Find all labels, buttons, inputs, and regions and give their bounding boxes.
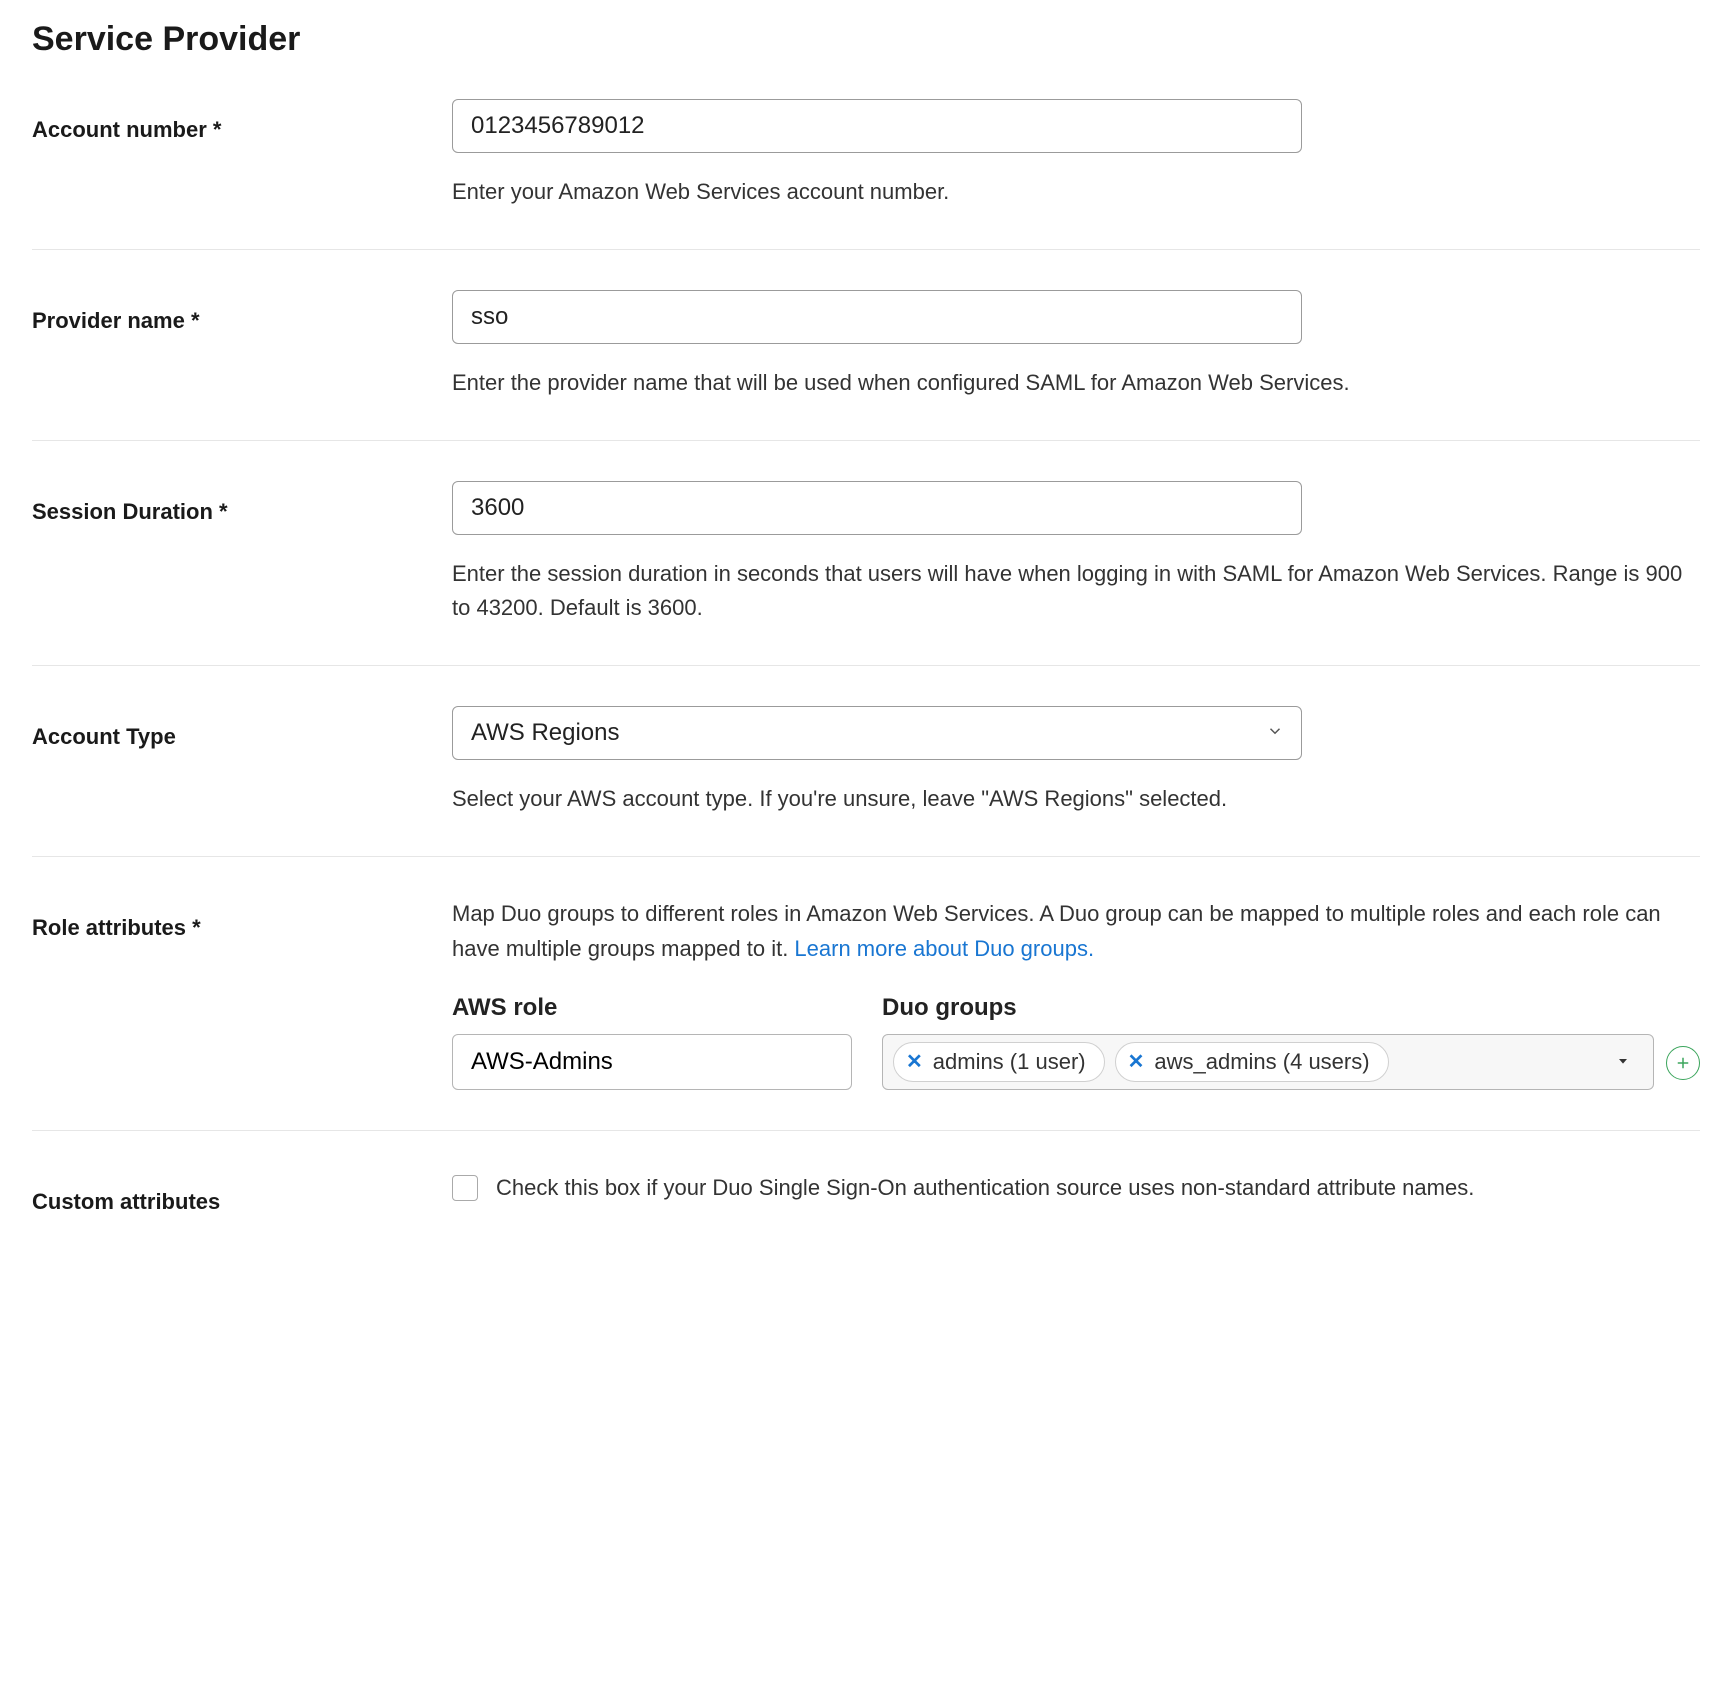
account-type-help: Select your AWS account type. If you're … xyxy=(452,782,1700,816)
duo-group-tag: ✕ admins (1 user) xyxy=(893,1042,1105,1082)
tag-label: aws_admins (4 users) xyxy=(1154,1049,1369,1075)
duo-groups-heading: Duo groups xyxy=(882,994,1654,1022)
account-number-input[interactable] xyxy=(452,99,1302,153)
account-number-label: Account number * xyxy=(32,99,452,143)
field-account-number: Account number * Enter your Amazon Web S… xyxy=(32,99,1700,250)
account-type-label: Account Type xyxy=(32,706,452,750)
role-attributes-label: Role attributes * xyxy=(32,897,452,941)
session-duration-input[interactable] xyxy=(452,481,1302,535)
add-role-mapping-button[interactable] xyxy=(1666,1046,1700,1080)
aws-role-input[interactable] xyxy=(452,1034,852,1090)
section-title: Service Provider xyxy=(32,20,1700,59)
role-attributes-description: Map Duo groups to different roles in Ama… xyxy=(452,897,1700,965)
aws-role-heading: AWS role xyxy=(452,994,852,1022)
dropdown-caret-icon[interactable] xyxy=(1603,1049,1643,1075)
duo-group-tag: ✕ aws_admins (4 users) xyxy=(1115,1042,1389,1082)
provider-name-input[interactable] xyxy=(452,290,1302,344)
custom-attributes-checkbox[interactable] xyxy=(452,1175,478,1201)
remove-tag-icon[interactable]: ✕ xyxy=(1128,1049,1145,1074)
learn-more-link[interactable]: Learn more about Duo groups. xyxy=(794,936,1094,961)
provider-name-label: Provider name * xyxy=(32,290,452,334)
field-session-duration: Session Duration * Enter the session dur… xyxy=(32,481,1700,666)
field-custom-attributes: Custom attributes Check this box if your… xyxy=(32,1171,1700,1235)
field-role-attributes: Role attributes * Map Duo groups to diff… xyxy=(32,897,1700,1130)
account-number-help: Enter your Amazon Web Services account n… xyxy=(452,175,1700,209)
duo-groups-select[interactable]: ✕ admins (1 user) ✕ aws_admins (4 users) xyxy=(882,1034,1654,1090)
session-duration-help: Enter the session duration in seconds th… xyxy=(452,557,1700,625)
provider-name-help: Enter the provider name that will be use… xyxy=(452,366,1700,400)
remove-tag-icon[interactable]: ✕ xyxy=(906,1049,923,1074)
tag-label: admins (1 user) xyxy=(933,1049,1086,1075)
custom-attributes-checkbox-label: Check this box if your Duo Single Sign-O… xyxy=(496,1171,1474,1205)
session-duration-label: Session Duration * xyxy=(32,481,452,525)
field-account-type: Account Type AWS Regions Select your AWS… xyxy=(32,706,1700,857)
custom-attributes-label: Custom attributes xyxy=(32,1171,452,1215)
field-provider-name: Provider name * Enter the provider name … xyxy=(32,290,1700,441)
account-type-select[interactable]: AWS Regions xyxy=(452,706,1302,760)
